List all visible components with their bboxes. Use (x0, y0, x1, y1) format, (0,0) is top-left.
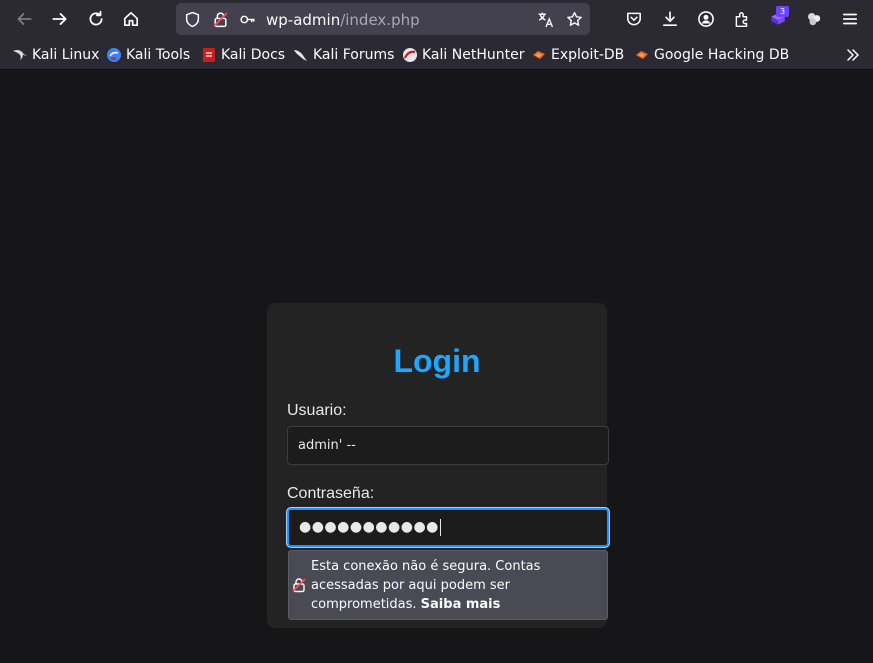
nethunter-icon (402, 47, 418, 63)
bookmarks-overflow-button[interactable] (842, 45, 864, 65)
text-caret (439, 518, 441, 536)
bookmark-label: Kali Linux (32, 47, 100, 63)
browser-toolbar: wp-admin/index.php 3 (0, 0, 873, 39)
shield-icon[interactable] (183, 10, 201, 28)
insecure-lock-icon (292, 578, 306, 593)
pocket-button[interactable] (619, 5, 649, 33)
bookmark-label: Google Hacking DB (654, 47, 790, 63)
star-icon[interactable] (565, 10, 583, 28)
bookmark-kali-forums[interactable]: Kali Forums (293, 45, 394, 65)
username-input[interactable]: admin' -- (287, 426, 609, 465)
bookmark-kali-linux[interactable]: Kali Linux (12, 45, 99, 65)
bookmark-google-hacking-db[interactable]: Google Hacking DB (634, 45, 789, 65)
kali-forums-icon (293, 47, 309, 63)
kali-dragon-icon (12, 47, 28, 63)
insecure-lock-icon[interactable] (211, 10, 229, 28)
bookmark-kali-tools[interactable]: Kali Tools (106, 45, 190, 65)
reload-icon (89, 10, 103, 26)
warning-text: Esta conexão não é segura. Contas acessa… (311, 557, 601, 614)
extensions-icon (735, 12, 748, 28)
extension-icon (808, 13, 821, 26)
learn-more-link[interactable]: Saiba mais (421, 597, 501, 612)
bookmark-exploit-db[interactable]: Exploit-DB (531, 45, 624, 65)
double-chevron-right-icon (847, 49, 859, 61)
kali-tools-icon (106, 47, 122, 63)
password-input[interactable]: ●●●●●●●●●●● (287, 508, 609, 547)
url-text[interactable]: wp-admin/index.php (266, 11, 420, 29)
download-icon (662, 11, 678, 27)
url-bar[interactable]: wp-admin/index.php (176, 3, 590, 35)
bookmarks-toolbar: Kali Linux Kali Tools Kali Docs Kali For… (0, 39, 873, 70)
home-icon (123, 11, 139, 27)
username-label: Usuario: (287, 402, 347, 419)
bookmark-label: Kali NetHunter (422, 47, 525, 63)
bookmark-kali-docs[interactable]: Kali Docs (201, 45, 285, 65)
password-value: ●●●●●●●●●●● (299, 519, 439, 535)
key-icon[interactable] (238, 10, 256, 28)
bookmark-label: Kali Forums (313, 47, 395, 63)
password-label: Contraseña: (287, 485, 375, 502)
account-button[interactable] (691, 5, 721, 33)
login-title: Login (393, 343, 481, 379)
username-value: admin' -- (298, 438, 356, 453)
bookmark-label: Exploit-DB (551, 47, 625, 63)
insecure-password-warning[interactable]: Esta conexão não é segura. Contas acessa… (288, 550, 608, 620)
pocket-icon (627, 12, 641, 26)
bookmark-label: Kali Docs (221, 47, 286, 63)
downloads-button[interactable] (655, 5, 685, 33)
translate-icon[interactable] (536, 10, 554, 28)
menu-icon (842, 13, 858, 25)
extension-count-badge: 3 (776, 6, 789, 17)
url-path: /index.php (340, 11, 420, 29)
forward-button[interactable] (45, 5, 75, 33)
back-arrow-icon (17, 13, 32, 25)
kali-docs-icon (201, 47, 217, 63)
url-host: wp-admin (266, 11, 341, 29)
exploit-db-icon (531, 47, 547, 63)
forward-arrow-icon (52, 13, 67, 25)
ghdb-icon (634, 47, 650, 63)
menu-button[interactable] (835, 5, 865, 33)
extensions-button[interactable] (727, 5, 757, 33)
back-button[interactable] (9, 5, 39, 33)
account-icon (698, 11, 714, 27)
bookmark-kali-nethunter[interactable]: Kali NetHunter (402, 45, 524, 65)
reload-button[interactable] (81, 5, 111, 33)
bookmark-label: Kali Tools (126, 47, 191, 63)
home-button[interactable] (116, 5, 146, 33)
extension-button[interactable] (799, 5, 829, 33)
